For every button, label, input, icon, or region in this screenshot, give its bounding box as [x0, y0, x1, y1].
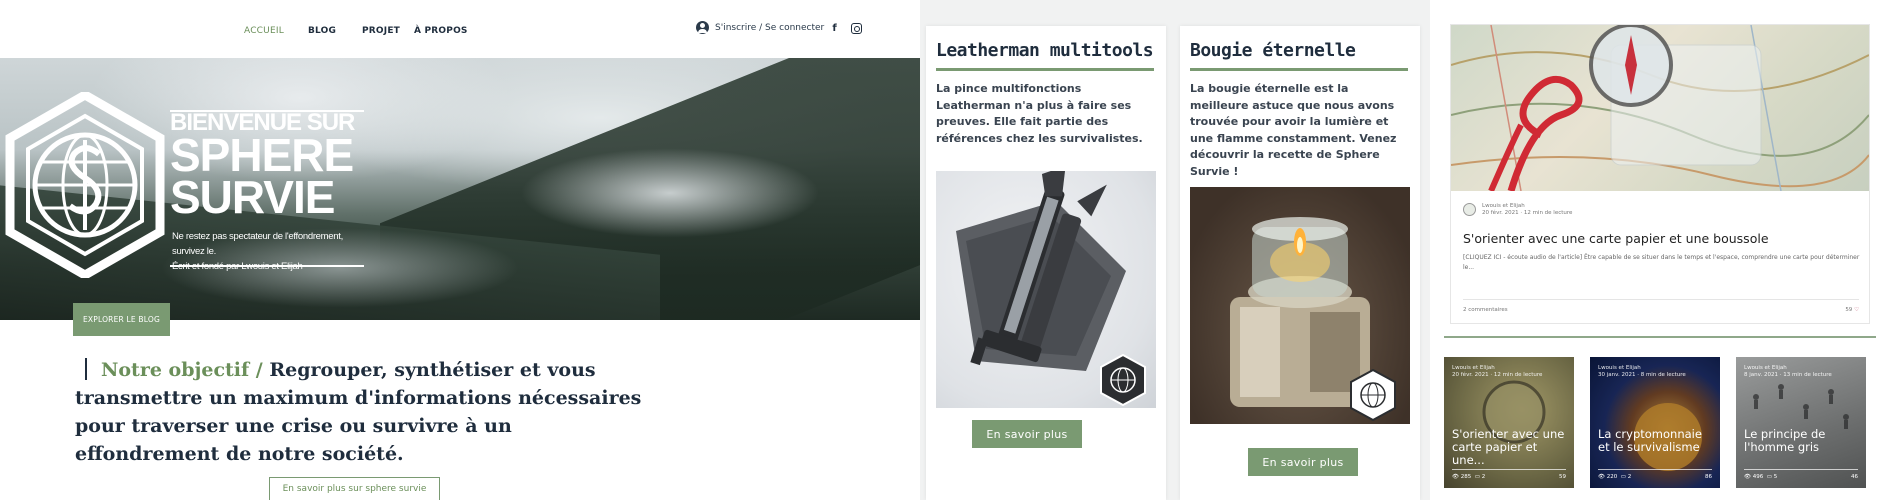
user-icon — [696, 21, 709, 34]
post-thumb[interactable]: Lwouis et Elijah 20 févr. 2021 · 12 min … — [1444, 357, 1574, 488]
comment-count[interactable]: 2 commentaires — [1463, 307, 1508, 313]
thumb-date: 30 janv. 2021 · 8 min de lecture — [1598, 372, 1686, 378]
product-image — [936, 171, 1156, 408]
comment-count: 2 — [1627, 474, 1632, 480]
title-underline — [936, 68, 1154, 71]
hero-divider — [170, 265, 364, 267]
objective-statement: Notre objectif / Regrouper, synthétiser … — [75, 356, 655, 468]
post-image — [1451, 25, 1869, 191]
blog-section: Lwouis et Elijah 20 févr. 2021 · 12 min … — [1430, 0, 1900, 500]
thumb-author: Lwouis et Elijah — [1598, 365, 1641, 371]
divider — [1598, 469, 1712, 470]
hero-tagline: Ne restez pas spectateur de l'effondreme… — [172, 231, 343, 257]
mist — [520, 148, 820, 238]
comment-icon: ▭ — [1620, 474, 1626, 480]
product-card-bougie: Bougie éternelle La bougie éternelle est… — [1180, 26, 1420, 500]
nav-item-a-propos[interactable]: À PROPOS — [414, 26, 468, 36]
post-author: Lwouis et Elijah — [1482, 203, 1525, 209]
eye-icon: 👁 — [1598, 474, 1605, 480]
product-description: La pince multifonctions Leatherman n'a p… — [936, 82, 1143, 145]
post-meta: Lwouis et Elijah 20 févr. 2021 · 12 min … — [1463, 203, 1572, 217]
sphere-survie-badge-icon — [1350, 369, 1396, 421]
comment-icon: ▭ — [1766, 474, 1772, 480]
comment-count: 5 — [1773, 474, 1778, 480]
learn-more-button[interactable]: En savoir plus — [1248, 448, 1358, 476]
product-description: La bougie éternelle est la meilleure ast… — [1190, 82, 1397, 178]
hero-title-line: SPHERE — [170, 129, 354, 182]
divider — [1463, 299, 1859, 300]
like-count[interactable]: 86 — [1705, 474, 1712, 480]
login-label: S'inscrire / Se connecter — [715, 22, 825, 33]
like-count[interactable]: 59 ♡ — [1845, 307, 1859, 313]
comment-count: 2 — [1481, 474, 1486, 480]
thumb-title[interactable]: S'orienter avec une carte papier et une.… — [1452, 428, 1568, 467]
post-excerpt: [CLIQUEZ ICI - écoute audio de l'article… — [1463, 254, 1860, 271]
hero-subtitle: Ne restez pas spectateur de l'effondreme… — [172, 229, 372, 274]
sphere-survie-logo — [5, 92, 165, 278]
like-count[interactable]: 59 — [1559, 474, 1566, 480]
view-count: 285 — [1460, 474, 1472, 480]
nav-item-projet[interactable]: PROJET — [362, 26, 400, 36]
eye-icon: 👁 — [1452, 474, 1459, 480]
post-thumb[interactable]: Lwouis et Elijah 8 janv. 2021 · 13 min d… — [1736, 357, 1866, 488]
view-count: 220 — [1606, 474, 1618, 480]
post-title[interactable]: S'orienter avec une carte papier et une … — [1463, 231, 1769, 246]
thumb-author: Lwouis et Elijah — [1452, 365, 1495, 371]
top-nav: ACCUEIL BLOG PROJET À PROPOS S'inscrire … — [0, 0, 920, 58]
eye-icon: 👁 — [1744, 474, 1751, 480]
divider — [1744, 469, 1858, 470]
hero-title: BIENVENUE SUR SPHERE SURVIE — [170, 110, 370, 224]
products-section: Leatherman multitools La pince multifonc… — [920, 0, 1430, 500]
view-count: 496 — [1752, 474, 1764, 480]
learn-more-button[interactable]: En savoir plus — [972, 420, 1082, 448]
thumb-date: 20 févr. 2021 · 12 min de lecture — [1452, 372, 1543, 378]
title-underline — [1190, 68, 1408, 71]
sphere-survie-badge-icon — [1100, 354, 1146, 406]
thumb-author: Lwouis et Elijah — [1744, 365, 1787, 371]
thumb-stats: 👁 496 ▭ 5 46 — [1744, 474, 1858, 480]
thumb-title[interactable]: La cryptomonnaie et le survivalisme — [1598, 428, 1714, 454]
product-title: Leatherman multitools — [936, 40, 1154, 61]
thumb-stats: 👁 285 ▭ 2 59 — [1452, 474, 1566, 480]
comment-icon: ▭ — [1474, 474, 1480, 480]
thumb-title[interactable]: Le principe de l'homme gris — [1744, 428, 1860, 454]
login-link[interactable]: S'inscrire / Se connecter — [696, 21, 824, 34]
thumb-stats: 👁 220 ▭ 2 86 — [1598, 474, 1712, 480]
product-title: Bougie éternelle — [1190, 40, 1356, 61]
like-number: 59 — [1845, 307, 1853, 313]
product-card-leatherman: Leatherman multitools La pince multifonc… — [926, 26, 1166, 500]
hero-title-line: SURVIE — [170, 171, 335, 224]
post-footer: 2 commentaires 59 ♡ — [1463, 307, 1859, 313]
nav-item-accueil[interactable]: ACCUEIL — [244, 26, 284, 36]
featured-post[interactable]: Lwouis et Elijah 20 févr. 2021 · 12 min … — [1450, 24, 1870, 324]
instagram-icon[interactable] — [851, 23, 862, 34]
homepage: ACCUEIL BLOG PROJET À PROPOS S'inscrire … — [0, 0, 920, 500]
like-count[interactable]: 46 — [1851, 474, 1858, 480]
post-thumb[interactable]: Lwouis et Elijah 30 janv. 2021 · 8 min d… — [1590, 357, 1720, 488]
product-image — [1190, 187, 1410, 424]
thumb-date: 8 janv. 2021 · 13 min de lecture — [1744, 372, 1832, 378]
heart-icon[interactable]: ♡ — [1854, 307, 1859, 313]
facebook-icon[interactable]: f — [829, 23, 840, 34]
section-divider — [1444, 336, 1876, 338]
about-more-button[interactable]: En savoir plus sur sphere survie — [269, 477, 440, 500]
post-date: 20 févr. 2021 · 12 min de lecture — [1482, 210, 1573, 216]
objective-label: Notre objectif / — [101, 359, 263, 381]
explore-blog-button[interactable]: EXPLORER LE BLOG — [73, 303, 170, 336]
nav-item-blog[interactable]: BLOG — [308, 26, 336, 36]
map-compass-illustration — [1451, 25, 1869, 191]
author-avatar — [1463, 203, 1476, 216]
divider — [1452, 469, 1566, 470]
quote-bar — [85, 358, 87, 380]
